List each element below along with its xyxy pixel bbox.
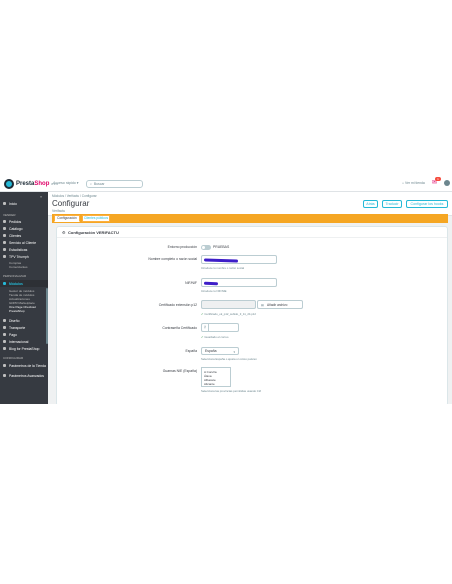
- sidebar-section-vender: Vender: [3, 213, 16, 217]
- stats-icon: [3, 248, 6, 251]
- tab-configuracion[interactable]: Configuración: [54, 215, 80, 222]
- app-window: PrestaShop 8.1.0 Acceso rápido ▾ ⌕ Buscar…: [0, 176, 452, 404]
- sidebar: « Inicio Vender Pedidos Catálogo Cliente…: [0, 192, 48, 404]
- check-icon: ✔: [201, 312, 204, 316]
- quick-access-menu[interactable]: Acceso rápido ▾: [53, 181, 79, 185]
- name-input[interactable]: [201, 255, 277, 264]
- province-label: Guarnas NIE (España): [162, 369, 197, 373]
- top-header: PrestaShop 8.1.0 Acceso rápido ▾ ⌕ Buscar…: [0, 176, 452, 192]
- globe-icon: [3, 340, 6, 343]
- list-item[interactable]: Alicante: [202, 382, 230, 386]
- avatar[interactable]: [444, 180, 450, 186]
- name-label: Nombre completo o razón social: [148, 257, 197, 261]
- pos-icon: [3, 255, 6, 258]
- sidebar-item-internacional[interactable]: Internacional: [0, 338, 48, 345]
- blog-icon: [3, 347, 6, 350]
- sidebar-item-diseno[interactable]: Diseño: [0, 317, 48, 324]
- tab-bar: Configuración Clientes públicos: [52, 214, 448, 223]
- configure-hooks-button[interactable]: Configurar los hooks: [406, 200, 448, 208]
- search-icon: ⌕: [90, 182, 92, 186]
- collapse-sidebar-icon[interactable]: «: [40, 194, 42, 199]
- sidebar-item-servicio[interactable]: Servicio al Cliente: [0, 239, 48, 246]
- sidebar-sub-comerciantes[interactable]: Comerciantes: [9, 265, 28, 269]
- province-help: Selecciona las provincias permitidas usa…: [201, 389, 262, 393]
- sidebar-item-inicio[interactable]: Inicio: [0, 200, 48, 207]
- tab-clientes-publicos[interactable]: Clientes públicos: [82, 215, 110, 222]
- card-icon: [3, 333, 6, 336]
- customers-icon: [3, 234, 6, 237]
- redacted-mark: [203, 281, 219, 285]
- check-icon: ✔: [201, 335, 204, 339]
- chat-icon: [3, 241, 6, 244]
- sidebar-item-catalogo[interactable]: Catálogo: [0, 225, 48, 232]
- cert-label: Certificado extensión p12: [158, 303, 197, 307]
- cert-file-input[interactable]: [201, 300, 256, 309]
- gear-icon: ⚙: [62, 230, 66, 235]
- catalog-icon: [3, 227, 6, 230]
- sidebar-item-clientes[interactable]: Clientes: [0, 232, 48, 239]
- sidebar-sub-opc[interactable]: One Page Checkout PrestaShop: [9, 305, 48, 313]
- nif-label: NIF/NIF: [185, 281, 197, 285]
- country-select[interactable]: España ▾: [201, 347, 239, 355]
- sidebar-item-tpv[interactable]: TPV Triumph: [0, 253, 48, 260]
- back-button[interactable]: Atrás: [363, 200, 378, 208]
- chevron-down-icon: ▾: [233, 350, 235, 354]
- password-input[interactable]: ⚷: [201, 323, 239, 332]
- sidebar-item-pedidos[interactable]: Pedidos: [0, 218, 48, 225]
- logo-icon: [4, 179, 14, 189]
- sidebar-item-modulos[interactable]: Módulos: [0, 280, 48, 287]
- notifications-badge: 1: [435, 177, 441, 181]
- production-toggle[interactable]: [201, 245, 211, 250]
- config-panel: ⚙ Configuración VERIFACTU Entorno produc…: [56, 226, 448, 404]
- password-label: Contraseña Certificado: [162, 326, 197, 330]
- sidebar-section-personalizar: Personalizar: [3, 274, 27, 278]
- nif-input[interactable]: [201, 278, 277, 287]
- panel-title: Configuración VERIFACTU: [68, 230, 119, 235]
- notifications-icon[interactable]: ✉: [432, 180, 439, 187]
- sidebar-item-transporte[interactable]: Transporte: [0, 324, 48, 331]
- logo-text: PrestaShop: [16, 181, 50, 187]
- view-store-link[interactable]: ⌂ Ver mi tienda: [402, 181, 425, 185]
- country-label: España: [185, 349, 198, 353]
- design-icon: [3, 319, 6, 322]
- province-multiselect[interactable]: A Coruña Álava Albacete Alicante: [201, 367, 231, 387]
- sidebar-item-blog[interactable]: Blog for PrestaShop: [0, 345, 48, 352]
- sidebar-item-parametros-avanzados[interactable]: Parámetros Avanzados: [0, 372, 48, 379]
- key-icon: ⚷: [202, 324, 209, 331]
- panel-header: ⚙ Configuración VERIFACTU: [57, 227, 447, 238]
- search-input[interactable]: ⌕ Buscar: [86, 180, 143, 188]
- password-status: ✔Guardado el correo: [201, 335, 229, 339]
- folder-icon: ▤: [261, 303, 265, 307]
- country-help: Selecciona España o ajusta un único país…: [201, 357, 257, 361]
- puzzle-icon: [3, 282, 6, 285]
- add-file-button[interactable]: ▤ Añadir archivo: [257, 300, 303, 309]
- production-value: PRUEBAS: [213, 245, 230, 249]
- truck-icon: [3, 326, 6, 329]
- sidebar-item-estadisticas[interactable]: Estadísticas: [0, 246, 48, 253]
- sidebar-section-configurar: Configurar: [3, 356, 24, 360]
- production-label: Entorno producción: [167, 245, 197, 249]
- redacted-mark: [203, 258, 239, 263]
- page-header: Módulos / Verifactu / Configurar Configu…: [48, 192, 452, 216]
- sidebar-item-parametros-tienda[interactable]: Parámetros de la Tienda: [0, 362, 48, 369]
- page-title: Configurar: [52, 199, 90, 208]
- sidebar-scrollbar[interactable]: [46, 288, 48, 344]
- breadcrumb[interactable]: Módulos / Verifactu / Configurar: [52, 194, 97, 198]
- trend-icon: [3, 202, 6, 205]
- nif-help: Introduce tu NIF/NIE: [201, 289, 227, 293]
- prestashop-logo[interactable]: PrestaShop 8.1.0: [4, 179, 58, 189]
- sidebar-item-pago[interactable]: Pago: [0, 331, 48, 338]
- cert-status: ✔Certificado_ok_p12_subido_3_11_24.p12: [201, 312, 256, 316]
- advanced-icon: [3, 374, 6, 377]
- settings-icon: [3, 364, 6, 367]
- page-subtitle: Verifactu: [52, 209, 66, 213]
- translate-button[interactable]: Traducir: [382, 200, 402, 208]
- name-help: Introduce tu nombre o razón social: [201, 266, 245, 270]
- orders-icon: [3, 220, 6, 223]
